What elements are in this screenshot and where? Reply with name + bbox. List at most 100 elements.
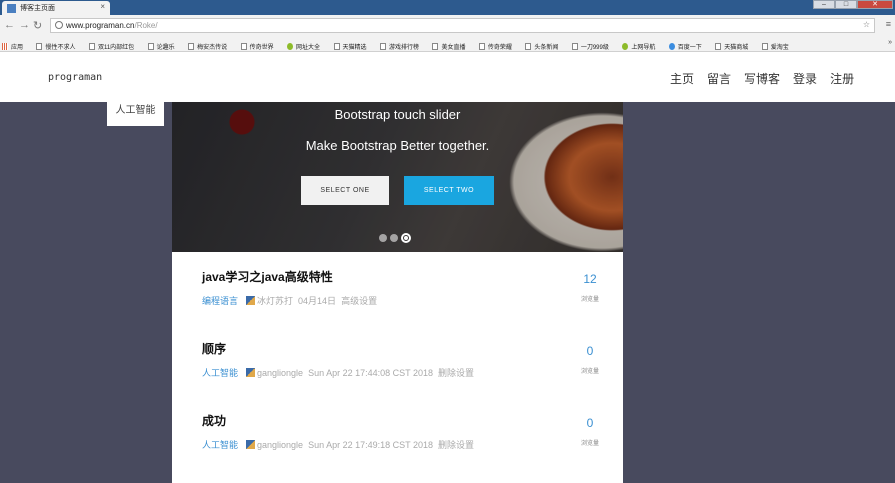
forward-icon[interactable]: → <box>19 19 30 31</box>
paw-icon <box>668 43 675 50</box>
bookmark-item[interactable]: 上网导航 <box>622 42 655 51</box>
view-count: 12 <box>583 272 597 286</box>
post-title[interactable]: 成功 <box>202 412 226 429</box>
bookmark-item[interactable]: 百度一下 <box>668 42 702 51</box>
post-date: Sun Apr 22 17:49:18 CST 2018 <box>308 440 433 450</box>
bookmark-item[interactable]: 梅安杰传说 <box>188 42 227 51</box>
bookmark-star-icon[interactable]: ☆ <box>863 20 870 29</box>
slide-subtitle: Make Bootstrap Better together. <box>305 138 490 153</box>
address-toolbar: ← → ↻ www.programan.cn/Roke/ ☆ ≡ <box>0 15 895 36</box>
post-author[interactable]: gangliongle <box>257 368 303 378</box>
view-count-label: 浏览量 <box>580 369 599 375</box>
reload-icon[interactable]: ↻ <box>33 19 42 32</box>
post-date: Sun Apr 22 17:44:08 CST 2018 <box>308 368 433 378</box>
url-path: /Roke/ <box>134 21 158 30</box>
bookmark-item[interactable]: 传奇世界 <box>240 42 274 51</box>
bookmark-item[interactable]: 论趣乐 <box>147 42 175 51</box>
page-icon <box>715 43 722 50</box>
minimize-button[interactable]: – <box>813 0 835 9</box>
post-action[interactable]: 删除设置 <box>438 440 474 450</box>
bookmark-item[interactable]: 慢性不求人 <box>36 42 75 51</box>
bookmark-item[interactable]: 爱淘宝 <box>761 42 789 51</box>
category-tab-ai[interactable]: 人工智能 <box>107 102 164 126</box>
tab-title: 博客主页面 <box>20 5 55 12</box>
url-input[interactable]: www.programan.cn/Roke/ ☆ <box>50 18 875 33</box>
page-info-icon[interactable] <box>55 21 63 29</box>
page-icon <box>379 43 386 50</box>
browser-menu-icon[interactable]: ≡ <box>886 19 891 29</box>
avatar <box>246 296 256 305</box>
bookmark-item[interactable]: 传奇荣耀 <box>478 42 512 51</box>
back-icon[interactable]: ← <box>4 19 15 31</box>
bookmark-item[interactable]: 天猫商城 <box>715 42 748 51</box>
site-brand[interactable]: programan <box>48 72 102 83</box>
page-icon <box>36 43 43 50</box>
bookmark-item[interactable]: 游戏排行榜 <box>379 42 419 51</box>
page-icon <box>571 43 578 50</box>
post-meta: 编程语言 冰灯苏打 04月14日 高级设置 <box>202 294 377 307</box>
bookmark-item[interactable]: 应用 <box>2 42 23 51</box>
slider-dot[interactable] <box>379 234 387 242</box>
view-count-label: 浏览量 <box>580 297 599 303</box>
page-icon <box>333 43 340 50</box>
bookmark-item[interactable]: 天猫精选 <box>333 42 367 51</box>
post-title[interactable]: java学习之java高级特性 <box>202 268 333 285</box>
post-item: 顺序 人工智能 gangliongle Sun Apr 22 17:44:08 CS… <box>172 324 623 384</box>
bookmarks-bar: 应用 慢性不求人 双11内部红包 论趣乐 梅安杰传说 传奇世界 网址大全 天猫精… <box>0 36 895 52</box>
post-category[interactable]: 编程语言 <box>202 296 238 306</box>
slider-dot-active[interactable] <box>401 233 411 243</box>
nav-login[interactable]: 登录 <box>793 70 817 87</box>
view-count-label: 浏览量 <box>580 441 599 447</box>
close-window-button[interactable]: ✕ <box>857 0 893 9</box>
view-count: 0 <box>586 344 594 358</box>
more-bookmarks-icon[interactable]: » <box>888 39 892 46</box>
post-date: 04月14日 <box>298 296 337 306</box>
post-category[interactable]: 人工智能 <box>202 368 238 378</box>
select-two-button[interactable]: SELECT TWO <box>404 176 494 205</box>
site-navbar: programan 主页 留言 写博客 登录 注册 <box>0 52 895 102</box>
post-author[interactable]: gangliongle <box>257 440 303 450</box>
nav-links: 主页 留言 写博客 登录 注册 <box>670 70 867 87</box>
nav-home[interactable]: 主页 <box>670 70 694 87</box>
nav-message[interactable]: 留言 <box>707 70 731 87</box>
select-one-button[interactable]: SELECT ONE <box>301 176 389 205</box>
bookmark-item[interactable]: 美女直播 <box>432 42 465 51</box>
post-item: 成功 人工智能 gangliongle Sun Apr 22 17:49:18 CS… <box>172 396 623 456</box>
post-category[interactable]: 人工智能 <box>202 440 238 450</box>
page-icon <box>432 43 439 50</box>
apps-icon <box>2 43 8 50</box>
favicon-icon <box>7 4 16 13</box>
post-action[interactable]: 高级设置 <box>341 296 377 306</box>
bookmark-item[interactable]: 双11内部红包 <box>88 42 134 51</box>
maximize-button[interactable]: □ <box>835 0 857 9</box>
view-count: 0 <box>586 416 594 430</box>
tab-close-icon[interactable]: × <box>100 2 105 11</box>
site-icon <box>287 43 294 50</box>
post-title[interactable]: 顺序 <box>202 340 226 357</box>
page-icon <box>525 43 532 50</box>
post-action[interactable]: 删除设置 <box>438 368 474 378</box>
page-icon <box>240 43 247 50</box>
post-meta: 人工智能 gangliongle Sun Apr 22 17:44:08 CST 2… <box>202 366 474 379</box>
avatar <box>246 440 256 449</box>
bookmark-item[interactable]: 网址大全 <box>287 42 320 51</box>
hero-slider: Bootstrap touch slider Make Bootstrap Be… <box>172 102 623 252</box>
slider-indicators <box>379 233 414 243</box>
browser-tab[interactable]: 博客主页面 × <box>2 1 110 15</box>
slide-title: Bootstrap touch slider <box>334 107 461 122</box>
page-icon <box>761 43 768 50</box>
nav-write-blog[interactable]: 写博客 <box>744 70 780 87</box>
page-icon <box>147 43 154 50</box>
post-item: java学习之java高级特性 编程语言 冰灯苏打 04月14日 高级设置 12 浏览… <box>172 252 623 312</box>
bookmark-item[interactable]: 一刀999级 <box>571 42 609 51</box>
bookmark-item[interactable]: 头条新闻 <box>525 42 558 51</box>
nav-register[interactable]: 注册 <box>830 70 854 87</box>
site-icon <box>622 43 629 50</box>
browser-tab-strip: 博客主页面 × – □ ✕ <box>0 0 895 15</box>
window-controls: – □ ✕ <box>813 0 893 9</box>
slider-dot[interactable] <box>390 234 398 242</box>
page-icon <box>188 43 195 50</box>
post-author[interactable]: 冰灯苏打 <box>257 296 293 306</box>
post-list: java学习之java高级特性 编程语言 冰灯苏打 04月14日 高级设置 12 浏览… <box>172 252 623 483</box>
avatar <box>246 368 256 377</box>
